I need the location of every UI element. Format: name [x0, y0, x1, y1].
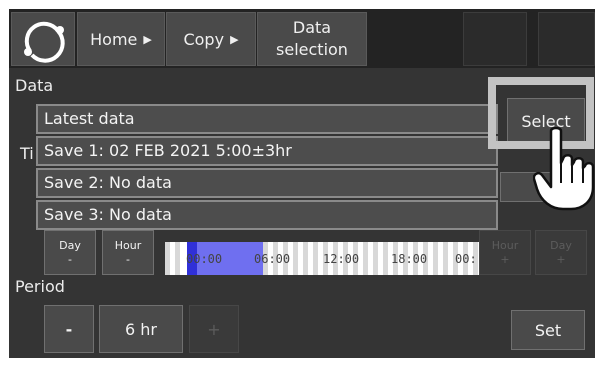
hour-minus-sign: -: [126, 252, 130, 266]
logo-button[interactable]: [11, 12, 75, 66]
period-label: Period: [15, 277, 65, 296]
period-plus-button[interactable]: +: [189, 305, 239, 353]
breadcrumb-current-line2: selection: [276, 40, 348, 59]
header-empty-button-2[interactable]: [538, 12, 595, 66]
breadcrumb-current-line1: Data: [292, 18, 332, 37]
breadcrumb-copy[interactable]: Copy ▶: [166, 12, 256, 66]
day-plus-sign: +: [556, 252, 566, 266]
timeline-tick: 18:00: [391, 252, 428, 266]
timeline-tick: 12:00: [323, 252, 360, 266]
dropdown-option-save-2[interactable]: Save 2: No data: [36, 168, 498, 198]
data-label: Data: [15, 76, 54, 95]
header-bar: Home ▶ Copy ▶ Data selection: [9, 9, 595, 68]
timeline-tick: 00:00: [186, 252, 223, 266]
chevron-right-icon: ▶: [230, 32, 239, 46]
day-minus-button[interactable]: Day -: [44, 230, 96, 275]
hour-minus-label: Hour: [114, 238, 142, 252]
period-value: 6 hr: [99, 305, 183, 353]
dropdown-option-latest[interactable]: Latest data: [36, 104, 498, 134]
breadcrumb-copy-label: Copy: [183, 29, 225, 49]
timeline-tick: 00:: [455, 252, 477, 266]
pointing-hand-icon: [533, 127, 595, 211]
hour-plus-button[interactable]: Hour +: [479, 230, 531, 275]
day-minus-sign: -: [68, 252, 72, 266]
screen: Home ▶ Copy ▶ Data selection Data Select…: [9, 9, 595, 358]
dropdown-option-save-1[interactable]: Save 1: 02 FEB 2021 5:00±3hr: [36, 136, 498, 166]
hour-plus-sign: +: [500, 252, 510, 266]
breadcrumb-data-selection: Data selection: [257, 12, 367, 66]
timeline-segment: [263, 242, 483, 275]
timeline-tick: 06:00: [254, 252, 291, 266]
day-plus-button[interactable]: Day +: [535, 230, 587, 275]
hour-minus-button[interactable]: Hour -: [102, 230, 154, 275]
day-plus-label: Day: [550, 238, 572, 252]
header-empty-button-1[interactable]: [463, 12, 527, 66]
timeline-bar[interactable]: 00:00 06:00 12:00 18:00 00:: [165, 242, 483, 275]
set-button[interactable]: Set: [511, 310, 585, 350]
period-minus-button[interactable]: -: [44, 305, 94, 353]
refresh-cycle-icon: [24, 21, 65, 63]
day-minus-label: Day: [59, 238, 81, 252]
hour-plus-label: Hour: [491, 238, 519, 252]
time-label: Ti: [20, 144, 34, 163]
breadcrumb-home-label: Home: [90, 29, 138, 49]
dropdown-option-save-3[interactable]: Save 3: No data: [36, 200, 498, 230]
breadcrumb-home[interactable]: Home ▶: [77, 12, 165, 66]
chevron-right-icon: ▶: [143, 32, 152, 46]
timeline-segment: [165, 242, 185, 275]
